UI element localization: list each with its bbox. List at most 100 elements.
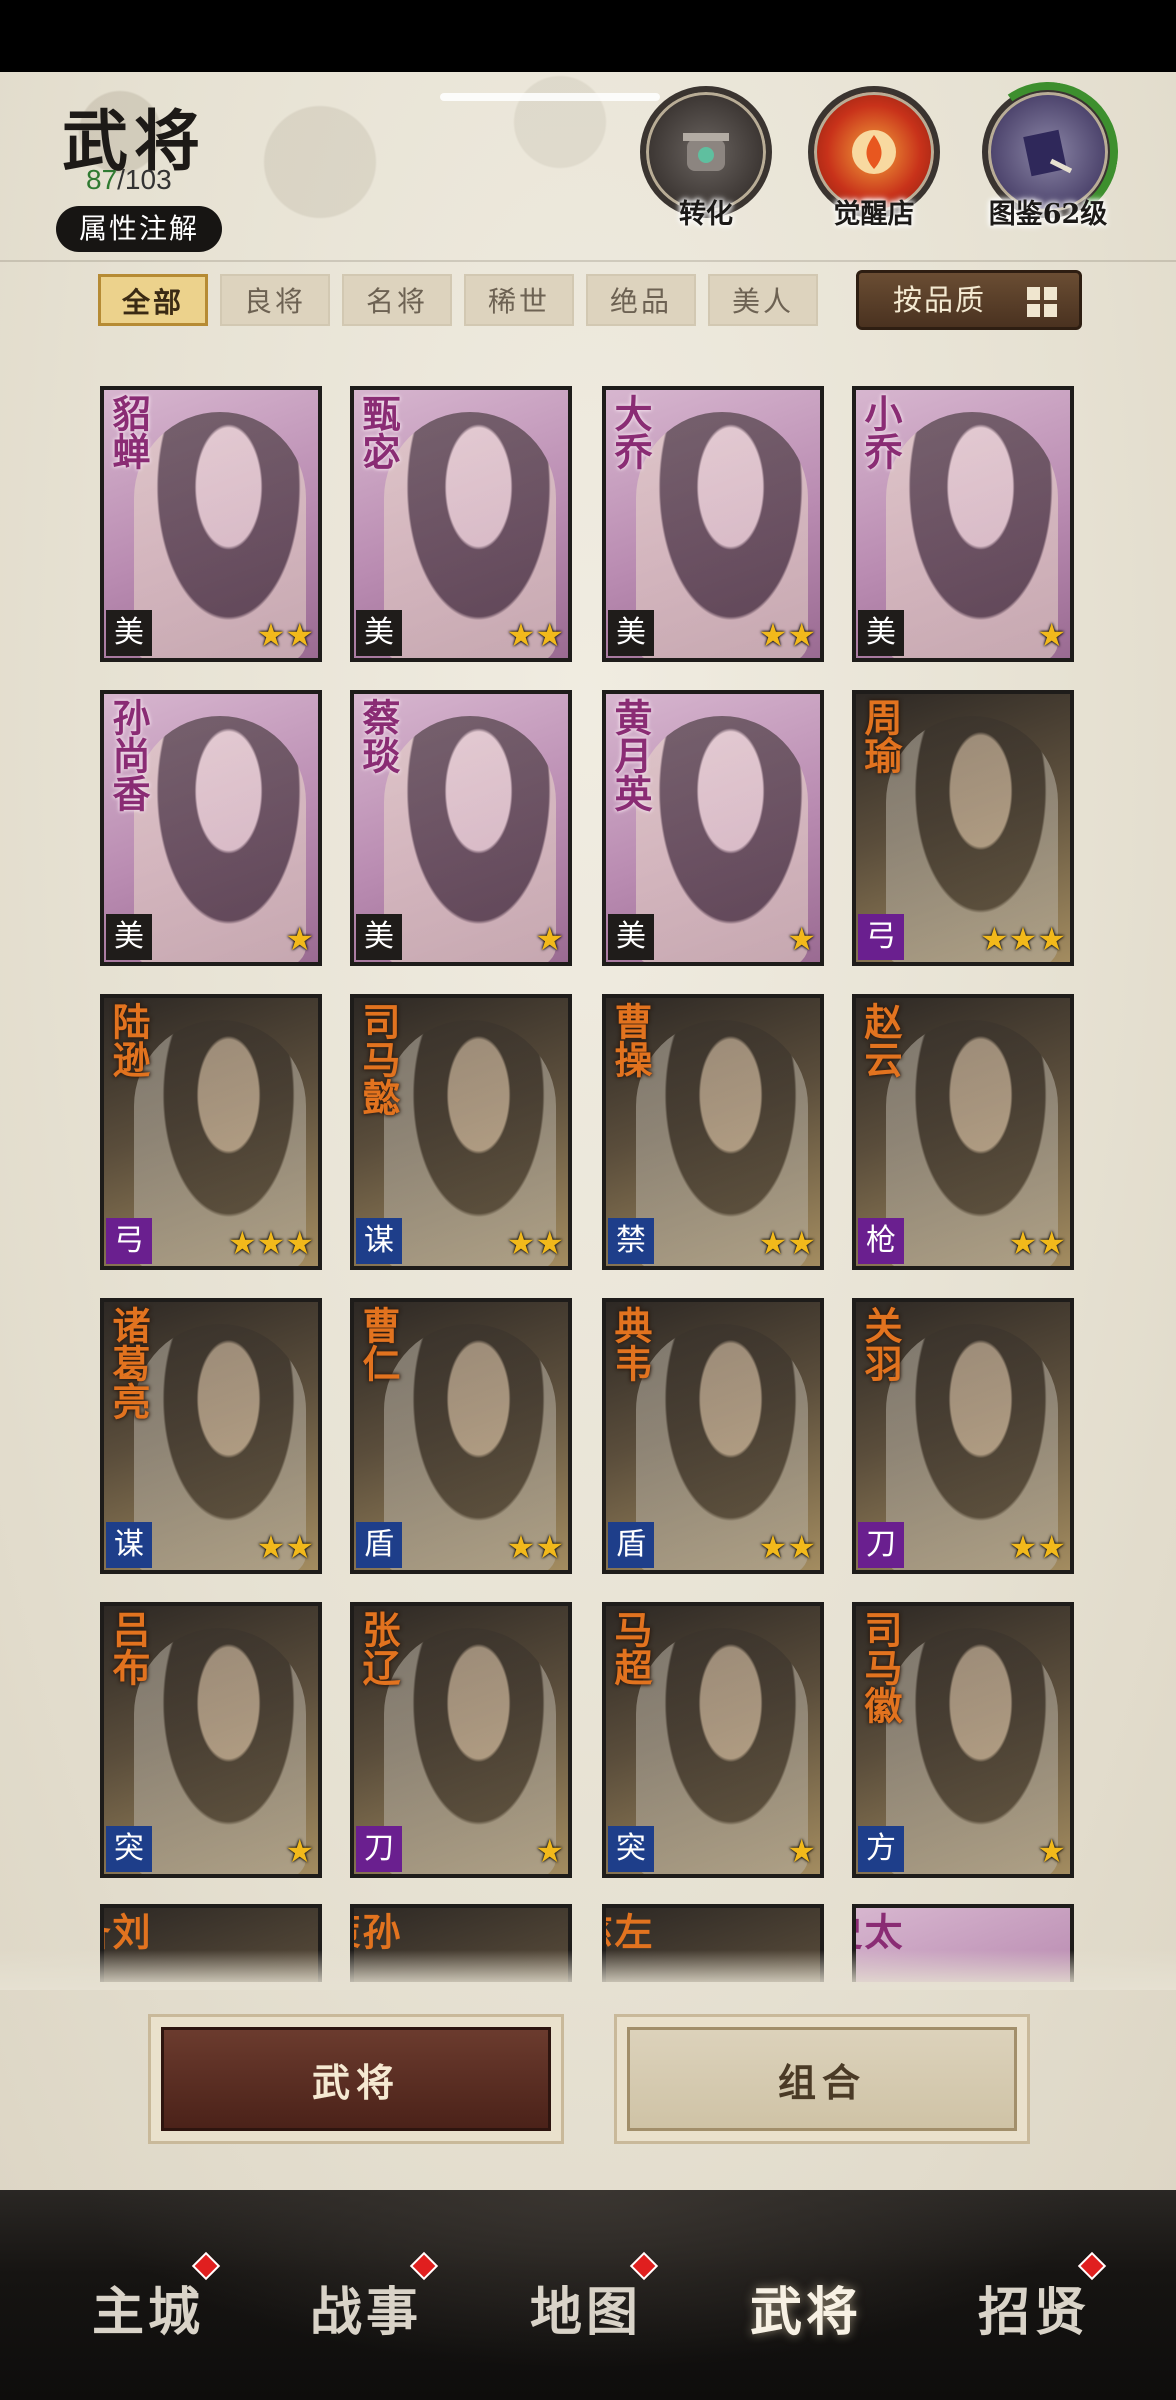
general-card[interactable]: 吕布突 ★ <box>100 1602 322 1878</box>
codex-button[interactable]: 图鉴62级 <box>966 70 1130 257</box>
star-icon: ★★ <box>506 1528 564 1566</box>
awaken-shop-button[interactable]: 觉醒店 <box>804 86 944 257</box>
star-icon: ★ <box>285 1832 314 1870</box>
general-name: 周瑜 <box>858 698 903 774</box>
general-card[interactable]: 陆逊弓 ★★★ <box>100 994 322 1270</box>
portrait-art <box>134 716 306 962</box>
star-rating: ★★ <box>507 1530 564 1564</box>
star-icon: ★★★ <box>227 1224 314 1262</box>
general-card[interactable]: 张辽刀 ★ <box>350 1602 572 1878</box>
general-card[interactable]: 蔡琰美 ★ <box>350 690 572 966</box>
general-name: 甄宓 <box>356 394 401 470</box>
general-card[interactable]: 典韦盾 ★★ <box>602 1298 824 1574</box>
general-type-badge: 美 <box>608 914 654 960</box>
star-rating: ★ <box>535 922 564 956</box>
general-type-badge: 方 <box>858 1826 904 1872</box>
general-type-badge: 盾 <box>356 1522 402 1568</box>
general-card[interactable]: 关羽刀 ★★ <box>852 1298 1074 1574</box>
general-name: 典韦 <box>608 1306 653 1382</box>
star-rating: ★★ <box>1009 1530 1066 1564</box>
general-count: 87/103 <box>86 164 172 196</box>
star-icon: ★ <box>535 1832 564 1870</box>
tab-beauties[interactable]: 美人 <box>708 274 818 326</box>
star-icon: ★★ <box>506 616 564 654</box>
star-rating: ★★ <box>759 1226 816 1260</box>
generals-button-frame: 武将 <box>148 2014 564 2144</box>
portrait-art <box>636 716 808 962</box>
star-icon: ★★ <box>506 1224 564 1262</box>
portrait-art <box>886 1628 1058 1874</box>
status-bar <box>0 0 1176 72</box>
general-card[interactable]: 大乔美 ★★ <box>602 386 824 662</box>
general-card[interactable]: 貂蝉美 ★★ <box>100 386 322 662</box>
generals-button[interactable]: 武将 <box>161 2027 551 2131</box>
general-type-badge: 刀 <box>858 1522 904 1568</box>
star-icon: ★ <box>787 1832 816 1870</box>
general-card[interactable]: 诸葛亮谋 ★★ <box>100 1298 322 1574</box>
portrait-art <box>384 716 556 962</box>
star-icon: ★ <box>787 920 816 958</box>
general-type-badge: 禁 <box>608 1218 654 1264</box>
general-card[interactable]: 赵云枪 ★★ <box>852 994 1074 1270</box>
star-rating: ★ <box>285 922 314 956</box>
star-rating: ★★ <box>1009 1226 1066 1260</box>
tab-all[interactable]: 全部 <box>98 274 208 326</box>
nav-item[interactable]: 地图 <box>496 2270 676 2345</box>
star-rating: ★ <box>787 1834 816 1868</box>
star-rating: ★★ <box>507 618 564 652</box>
star-rating: ★ <box>1037 618 1066 652</box>
portrait-art <box>384 1628 556 1874</box>
general-type-badge: 谋 <box>106 1522 152 1568</box>
general-name: 陆逊 <box>106 1002 151 1078</box>
general-type-badge: 谋 <box>356 1218 402 1264</box>
tab-famous-generals[interactable]: 名将 <box>342 274 452 326</box>
tab-rare[interactable]: 稀世 <box>464 274 574 326</box>
star-rating: ★★ <box>759 618 816 652</box>
nav-item[interactable]: 主城 <box>58 2270 238 2345</box>
awaken-shop-label: 觉醒店 <box>833 199 915 230</box>
star-icon: ★★★ <box>979 920 1066 958</box>
star-icon: ★★ <box>256 616 314 654</box>
general-card[interactable]: 司马懿谋 ★★ <box>350 994 572 1270</box>
general-name: 大乔 <box>608 394 653 470</box>
general-card[interactable]: 甄宓美 ★★ <box>350 386 572 662</box>
sort-by-quality-label: 按品质 <box>893 283 987 317</box>
count-current: 87 <box>86 164 118 195</box>
star-icon: ★ <box>285 920 314 958</box>
portrait-art <box>134 1628 306 1874</box>
sort-by-quality-button[interactable]: 按品质 <box>856 270 1082 330</box>
general-name: 关羽 <box>858 1306 903 1382</box>
general-name: 司马懿 <box>356 1002 401 1116</box>
attribute-notes-button[interactable]: 属性注解 <box>56 206 222 252</box>
star-icon: ★★ <box>1008 1224 1066 1262</box>
nav-item[interactable]: 武将 <box>716 2270 896 2345</box>
general-type-badge: 美 <box>356 610 402 656</box>
convert-button[interactable]: 转化 <box>636 86 776 257</box>
general-name: 诸葛亮 <box>106 1306 151 1420</box>
general-name: 黄月英 <box>608 698 653 812</box>
general-card[interactable]: 司马徽方 ★ <box>852 1602 1074 1878</box>
tab-peerless[interactable]: 绝品 <box>586 274 696 326</box>
general-type-badge: 美 <box>608 610 654 656</box>
general-card[interactable]: 小乔美 ★ <box>852 386 1074 662</box>
general-card[interactable]: 孙尚香美 ★ <box>100 690 322 966</box>
star-icon: ★★ <box>758 616 816 654</box>
general-name: 蔡琰 <box>356 698 401 774</box>
general-card[interactable]: 马超突 ★ <box>602 1602 824 1878</box>
general-card[interactable]: 曹仁盾 ★★ <box>350 1298 572 1574</box>
general-name: 司马徽 <box>858 1610 903 1724</box>
star-icon: ★★ <box>1008 1528 1066 1566</box>
grid-icon <box>1027 287 1057 317</box>
general-type-badge: 突 <box>106 1826 152 1872</box>
tab-good-generals[interactable]: 良将 <box>220 274 330 326</box>
general-card[interactable]: 曹操禁 ★★ <box>602 994 824 1270</box>
star-icon: ★★ <box>758 1224 816 1262</box>
general-type-badge: 美 <box>106 914 152 960</box>
combos-button[interactable]: 组合 <box>627 2027 1017 2131</box>
general-card[interactable]: 黄月英美 ★ <box>602 690 824 966</box>
nav-item[interactable]: 战事 <box>276 2270 456 2345</box>
general-name: 曹操 <box>608 1002 653 1078</box>
star-icon: ★★ <box>256 1528 314 1566</box>
nav-item[interactable]: 招贤 <box>944 2270 1124 2345</box>
general-card[interactable]: 周瑜弓 ★★★ <box>852 690 1074 966</box>
